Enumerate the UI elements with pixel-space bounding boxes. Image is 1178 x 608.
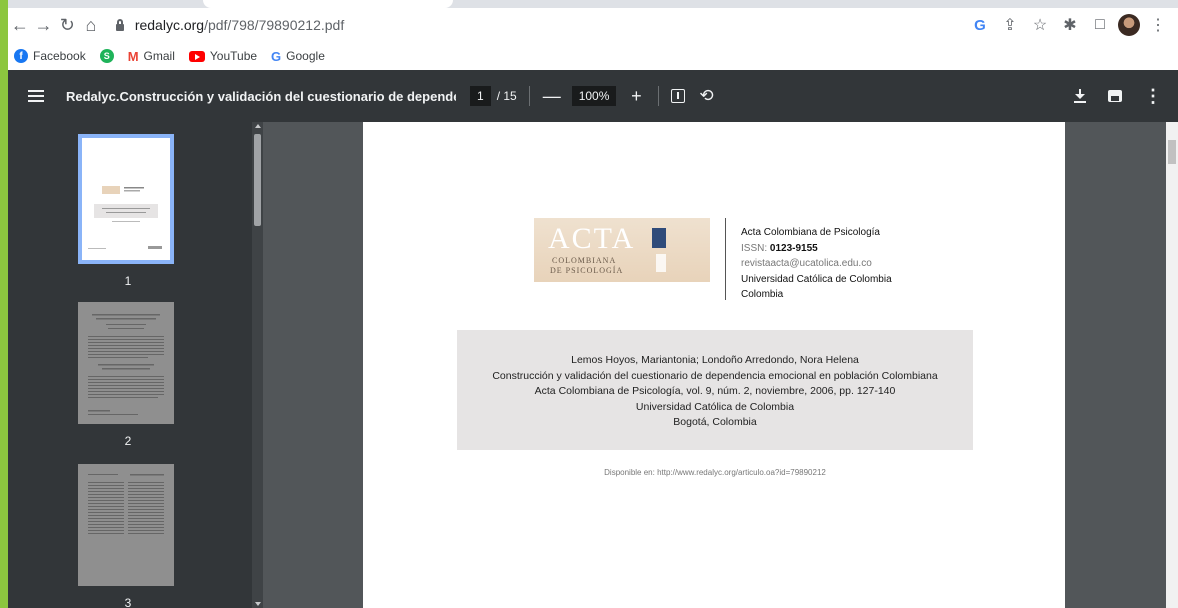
thumbnail-content bbox=[82, 138, 170, 260]
journal-name: Acta Colombiana de Psicología bbox=[741, 227, 880, 238]
bookmark-youtube[interactable]: YouTube bbox=[188, 49, 257, 63]
page-count: / 15 bbox=[496, 89, 517, 103]
viewer-scrollbar-thumb[interactable] bbox=[1168, 140, 1176, 164]
gmail-icon: M bbox=[127, 48, 139, 64]
s-app-icon: S bbox=[99, 49, 114, 63]
rotate-icon[interactable]: ⟲ bbox=[699, 86, 713, 106]
pdf-viewer: ACTA COLOMBIANA DE PSICOLOGÍA Acta Colom… bbox=[263, 122, 1178, 608]
citation-university: Universidad Católica de Colombia bbox=[635, 400, 795, 413]
bookmark-google[interactable]: G Google bbox=[271, 49, 325, 64]
share-icon[interactable]: ⇪ bbox=[998, 13, 1022, 37]
youtube-icon bbox=[188, 50, 205, 62]
sidebar-scrollbar[interactable] bbox=[252, 122, 263, 608]
profile-avatar[interactable] bbox=[1118, 14, 1140, 36]
logo-book-icon bbox=[656, 254, 666, 272]
toolbar-divider bbox=[658, 86, 660, 106]
bookmark-gmail[interactable]: M Gmail bbox=[128, 49, 175, 64]
journal-university: Universidad Católica de Colombia bbox=[741, 273, 892, 285]
citation: Acta Colombiana de Psicología, vol. 9, n… bbox=[534, 385, 896, 397]
browser-toolbar: ← → ↻ ⌂ redalyc.org/pdf/798/79890212.pdf… bbox=[8, 8, 1178, 42]
scroll-up-icon[interactable] bbox=[255, 124, 261, 128]
thumbnail-number: 3 bbox=[124, 596, 132, 608]
google-icon: G bbox=[271, 48, 282, 64]
logo-book-icon bbox=[652, 228, 666, 248]
fit-page-icon[interactable] bbox=[671, 89, 686, 103]
journal-email: revistaacta@ucatolica.edu.co bbox=[741, 258, 872, 269]
browser-window: ← → ↻ ⌂ redalyc.org/pdf/798/79890212.pdf… bbox=[0, 0, 1178, 608]
zoom-out-button[interactable]: — bbox=[542, 86, 562, 107]
zoom-in-button[interactable]: + bbox=[626, 86, 646, 107]
google-lens-icon[interactable]: G bbox=[968, 13, 992, 37]
citation-location: Bogotá, Colombia bbox=[673, 416, 757, 428]
thumbnail-number: 2 bbox=[124, 434, 132, 448]
lock-icon bbox=[115, 19, 125, 31]
sidebar-scrollbar-thumb[interactable] bbox=[254, 134, 261, 226]
extensions-icon[interactable]: ✱ bbox=[1058, 13, 1082, 37]
thumbnail-sidebar: 1 2 3 bbox=[8, 122, 263, 608]
pdf-toolbar: Redalyc.Construcción y validación del cu… bbox=[8, 70, 1178, 122]
page-thumbnail-1[interactable] bbox=[78, 134, 174, 264]
authors: Lemos Hoyos, Mariantonia; Londoño Arredo… bbox=[571, 354, 859, 366]
bookmark-star-icon[interactable]: ☆ bbox=[1028, 13, 1052, 37]
journal-logo: ACTA COLOMBIANA DE PSICOLOGÍA bbox=[534, 218, 710, 282]
pdf-page: ACTA COLOMBIANA DE PSICOLOGÍA Acta Colom… bbox=[363, 122, 1065, 608]
browser-menu-icon[interactable]: ⋮ bbox=[1146, 13, 1170, 37]
scroll-down-icon[interactable] bbox=[255, 602, 261, 606]
thumbnail-content bbox=[78, 302, 174, 424]
facebook-icon: f bbox=[14, 49, 28, 63]
forward-icon[interactable]: → bbox=[32, 12, 56, 38]
available-link[interactable]: Disponible en: http://www.redalyc.org/ar… bbox=[457, 468, 973, 477]
bookmark-facebook[interactable]: f Facebook bbox=[14, 49, 86, 63]
journal-info: Acta Colombiana de Psicología ISSN: 0123… bbox=[741, 225, 892, 303]
hamburger-menu-icon[interactable] bbox=[16, 70, 56, 122]
thumbnail-content bbox=[78, 464, 174, 586]
more-actions-icon[interactable]: ⋮ bbox=[1144, 86, 1162, 107]
issn: ISSN: 0123-9155 bbox=[741, 242, 818, 254]
thumbnail-number: 1 bbox=[124, 274, 132, 288]
back-icon[interactable]: ← bbox=[8, 12, 32, 38]
document-title: Redalyc.Construcción y validación del cu… bbox=[66, 88, 456, 104]
zoom-level-input[interactable]: 100% bbox=[571, 86, 617, 106]
side-panel-icon[interactable]: □ bbox=[1088, 13, 1112, 37]
address-bar[interactable]: redalyc.org/pdf/798/79890212.pdf bbox=[111, 12, 968, 38]
bookmark-s[interactable]: S bbox=[99, 49, 114, 63]
toolbar-divider bbox=[528, 86, 530, 106]
home-icon[interactable]: ⌂ bbox=[79, 12, 103, 38]
window-frame-left bbox=[0, 0, 8, 608]
active-tab[interactable] bbox=[203, 0, 453, 8]
journal-country: Colombia bbox=[741, 289, 784, 300]
citation-box: Lemos Hoyos, Mariantonia; Londoño Arredo… bbox=[457, 330, 973, 450]
header-divider bbox=[725, 218, 726, 300]
viewer-scrollbar[interactable] bbox=[1166, 122, 1178, 608]
tab-strip bbox=[8, 0, 1178, 8]
page-thumbnail-3[interactable] bbox=[78, 464, 174, 586]
download-icon[interactable] bbox=[1074, 89, 1086, 103]
page-number-input[interactable]: 1 bbox=[470, 86, 491, 106]
article-title: Construcción y validación del cuestionar… bbox=[492, 369, 938, 382]
url-text: redalyc.org/pdf/798/79890212.pdf bbox=[134, 17, 345, 33]
bookmarks-bar: f Facebook S M Gmail YouTube G Google bbox=[8, 42, 1178, 70]
reload-icon[interactable]: ↻ bbox=[55, 12, 79, 38]
print-icon[interactable] bbox=[1108, 90, 1122, 102]
page-thumbnail-2[interactable] bbox=[78, 302, 174, 424]
